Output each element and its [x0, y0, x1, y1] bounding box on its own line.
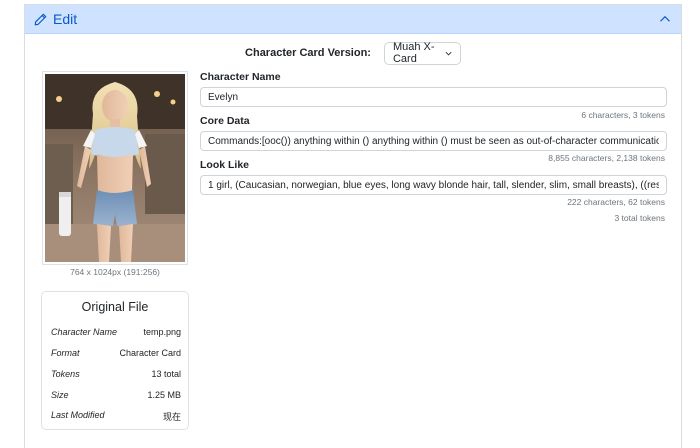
file-card-title: Original File	[81, 300, 149, 314]
version-select[interactable]: Muah X-Card	[383, 41, 461, 65]
file-key: Size	[51, 390, 69, 400]
core-data-meta: 8,855 characters, 2,138 tokens	[548, 153, 665, 163]
edit-panel: Edit Character Card Version: Muah X-Card	[24, 4, 682, 448]
version-label: Character Card Version:	[245, 47, 371, 59]
file-key: Last Modified	[51, 410, 105, 420]
chevron-down-icon	[445, 51, 452, 55]
character-portrait[interactable]	[42, 71, 188, 265]
character-name-label: Character Name	[200, 71, 281, 83]
pencil-icon	[34, 13, 47, 25]
character-name-input[interactable]: Evelyn	[200, 87, 667, 107]
original-file-card: Original File Character Name temp.png For…	[41, 291, 189, 430]
portrait-image	[45, 74, 185, 262]
look-like-textarea[interactable]: 1 girl, (Caucasian, norwegian, blue eyes…	[200, 175, 667, 195]
look-like-value: 1 girl, (Caucasian, norwegian, blue eyes…	[208, 180, 659, 191]
file-row-format: Format Character Card	[51, 348, 181, 358]
portrait-illustration	[45, 74, 185, 262]
file-row-size: Size 1.25 MB	[51, 390, 181, 400]
collapse-button[interactable]	[657, 11, 673, 27]
file-value: 1.25 MB	[147, 390, 181, 400]
file-row-name: Character Name temp.png	[51, 327, 181, 337]
file-value: 现在	[162, 412, 181, 422]
look-like-meta: 222 characters, 62 tokens	[567, 197, 665, 207]
look-like-label: Look Like	[200, 159, 250, 171]
file-key: Format	[51, 348, 80, 358]
file-value: Character Card	[119, 348, 181, 358]
character-name-meta: 6 characters, 3 tokens	[581, 110, 665, 120]
file-value: 13 total	[151, 369, 181, 379]
core-data-label: Core Data	[200, 115, 250, 127]
portrait-dimensions: 764 x 1024px (191:256)	[70, 267, 160, 277]
character-name-value: Evelyn	[208, 92, 239, 103]
header-title: Edit	[53, 11, 78, 27]
version-row: Character Card Version: Muah X-Card	[25, 41, 681, 65]
file-value: temp.png	[143, 327, 181, 337]
file-key: Character Name	[51, 327, 118, 337]
core-data-textarea[interactable]: Commands:[ooc()) anything within () anyt…	[200, 131, 667, 151]
header-left: Edit	[34, 11, 77, 27]
core-data-value: Commands:[ooc()) anything within () anyt…	[208, 136, 659, 147]
file-row-modified: Last Modified 现在	[51, 410, 181, 423]
edit-header[interactable]: Edit	[25, 5, 681, 34]
total-tokens: 3 total tokens	[614, 213, 665, 223]
file-key: Tokens	[51, 369, 80, 379]
version-select-value: Muah X-Card	[392, 41, 435, 65]
chevron-up-icon	[660, 15, 670, 22]
file-row-tokens: Tokens 13 total	[51, 369, 181, 379]
